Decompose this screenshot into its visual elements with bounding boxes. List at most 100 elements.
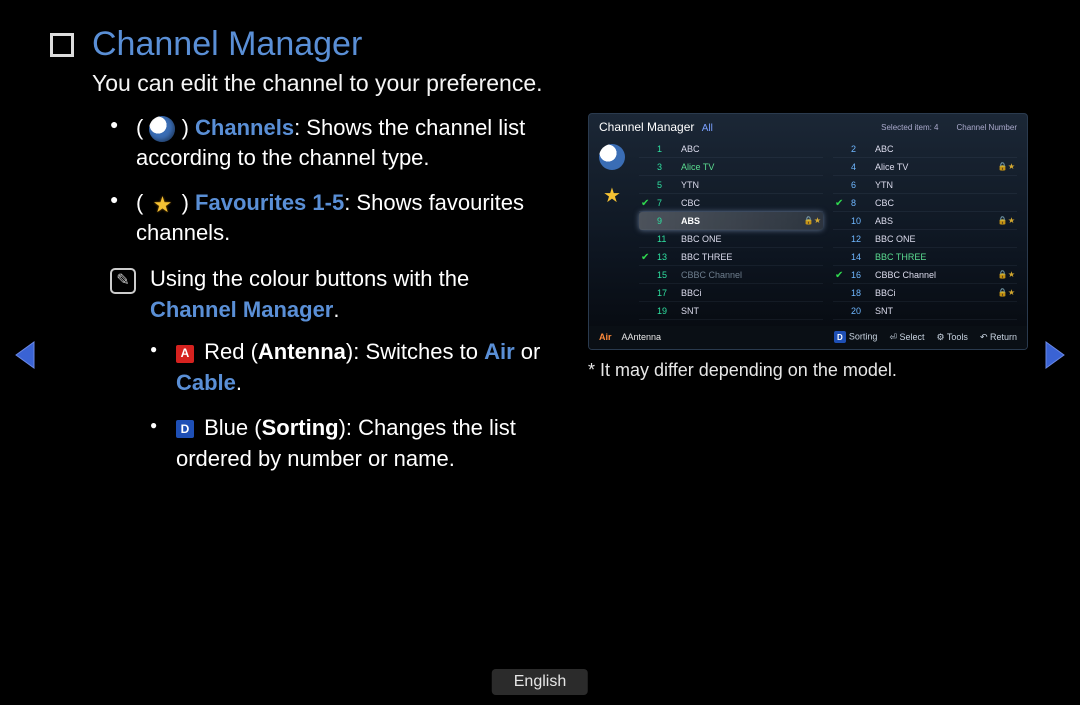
channel-row: 12BBC ONE	[833, 230, 1017, 248]
channel-number: 9	[657, 216, 675, 226]
channel-name: Alice TV	[875, 162, 992, 172]
channel-number: 17	[657, 288, 675, 298]
check-icon	[641, 234, 651, 244]
check-icon	[835, 234, 845, 244]
lock-icon: 🔒★	[998, 162, 1015, 171]
lock-icon: 🔒★	[998, 216, 1015, 225]
channel-number: 1	[657, 144, 675, 154]
check-icon	[835, 144, 845, 154]
check-icon	[641, 288, 651, 298]
preview-sidebar: ★	[599, 140, 629, 320]
check-icon	[641, 216, 651, 226]
channel-row: 3 Alice TV	[639, 158, 823, 176]
cable-label: Cable	[176, 370, 236, 395]
air-indicator: Air	[599, 332, 612, 342]
check-icon	[641, 180, 651, 190]
channel-manager-label: Channel Manager	[150, 297, 333, 322]
feature-favourites: ( ) Favourites 1-5: Shows favourites cha…	[110, 188, 560, 247]
selected-count: Selected item: 4	[881, 123, 938, 132]
channel-name: BBC THREE	[681, 252, 815, 262]
channel-col-right: 2ABC4Alice TV🔒★6YTN8CBC10ABS🔒★12BBC ONE1…	[833, 140, 1017, 320]
footer-left: Air AAntenna	[599, 332, 661, 342]
right-column: Channel Manager All Selected item: 4 Cha…	[588, 113, 1028, 489]
header: Channel Manager You can edit the channel…	[50, 25, 1030, 97]
antenna-label: Antenna	[258, 339, 346, 364]
channel-name: CBBC Channel	[875, 270, 992, 280]
check-icon	[835, 252, 845, 262]
lock-icon: 🔒★	[998, 288, 1015, 297]
channel-number: 4	[851, 162, 869, 172]
channel-row: 11BBC ONE	[639, 230, 823, 248]
channel-name: ABS	[875, 216, 992, 226]
check-icon	[835, 162, 845, 172]
channel-manager-preview: Channel Manager All Selected item: 4 Cha…	[588, 113, 1028, 350]
model-note: * It may differ depending on the model.	[588, 360, 1028, 381]
antenna-button: AAntenna	[622, 332, 662, 342]
channel-row: 6YTN	[833, 176, 1017, 194]
footer-right: DSorting ⏎ Select ⚙ Tools ↶ Return	[834, 331, 1017, 343]
sorting-label: Sorting	[262, 415, 339, 440]
channel-row: 16CBBC Channel🔒★	[833, 266, 1017, 284]
channel-number: 10	[851, 216, 869, 226]
channel-row: 20 SNT	[833, 302, 1017, 320]
sorting-button: DSorting	[834, 331, 878, 343]
dish-icon	[149, 116, 175, 142]
channel-number: 3	[657, 162, 675, 172]
check-icon	[641, 270, 651, 280]
channel-name: ABC	[875, 144, 1009, 154]
left-column: ( ) Channels: Shows the channel list acc…	[50, 113, 560, 489]
check-icon	[835, 216, 845, 226]
return-hint: ↶ Return	[980, 332, 1017, 343]
channel-name: YTN	[875, 180, 1009, 190]
channel-number: 18	[851, 288, 869, 298]
channel-number: 15	[657, 270, 675, 280]
channel-number: 11	[657, 234, 675, 244]
channel-row: 15 CBBC Channel	[639, 266, 823, 284]
air-label: Air	[484, 339, 515, 364]
paren-open: (	[136, 190, 143, 215]
preview-filter: All	[702, 123, 713, 134]
channel-row: 2 ABC	[833, 140, 1017, 158]
check-icon	[641, 306, 651, 316]
star-icon: ★	[599, 182, 625, 208]
next-page-button[interactable]	[1042, 340, 1068, 370]
favourites-label: Favourites 1-5	[195, 190, 344, 215]
channel-row: 7CBC	[639, 194, 823, 212]
channel-name: CBBC Channel	[681, 270, 815, 280]
feature-channels: ( ) Channels: Shows the channel list acc…	[110, 113, 560, 172]
note-icon: ✎	[110, 268, 136, 294]
tools-hint: ⚙ Tools	[937, 332, 968, 343]
blue-sorting-item: D Blue (Sorting): Changes the list order…	[150, 413, 560, 475]
preview-title: Channel Manager All	[599, 120, 713, 134]
channel-name: CBC	[681, 198, 815, 208]
check-icon	[641, 162, 651, 172]
preview-columns: 1ABC3Alice TV5YTN7CBC9ABS🔒★11BBC ONE13BB…	[639, 140, 1017, 320]
a-key-icon: A	[176, 345, 194, 363]
red-antenna-item: A Red (Antenna): Switches to Air or Cabl…	[150, 337, 560, 399]
channel-number: 20	[851, 306, 869, 316]
paren-open: (	[136, 115, 143, 140]
check-icon	[835, 180, 845, 190]
d-key-icon: D	[834, 331, 846, 343]
channel-number: 8	[851, 198, 869, 208]
channel-row: 19SNT	[639, 302, 823, 320]
section-bullet-icon	[50, 33, 74, 57]
channel-name: Alice TV	[681, 162, 815, 172]
paren-close: )	[182, 190, 195, 215]
channel-name: SNT	[875, 306, 1009, 316]
channel-number: 2	[851, 144, 869, 154]
d-key-icon: D	[176, 420, 194, 438]
channel-number: 5	[657, 180, 675, 190]
check-icon	[835, 288, 845, 298]
prev-page-button[interactable]	[12, 340, 38, 370]
note-intro: Using the colour buttons with the Channe…	[150, 264, 560, 326]
check-icon	[835, 306, 845, 316]
colour-buttons-note: ✎ Using the colour buttons with the Chan…	[110, 264, 560, 475]
channel-row: 1ABC	[639, 140, 823, 158]
check-icon	[641, 144, 651, 154]
channel-name: BBCi	[681, 288, 815, 298]
channel-number: 14	[851, 252, 869, 262]
channel-row: 13BBC THREE	[639, 248, 823, 266]
channel-name: ABS	[681, 216, 798, 226]
channel-row: 10 ABS 🔒★	[833, 212, 1017, 230]
